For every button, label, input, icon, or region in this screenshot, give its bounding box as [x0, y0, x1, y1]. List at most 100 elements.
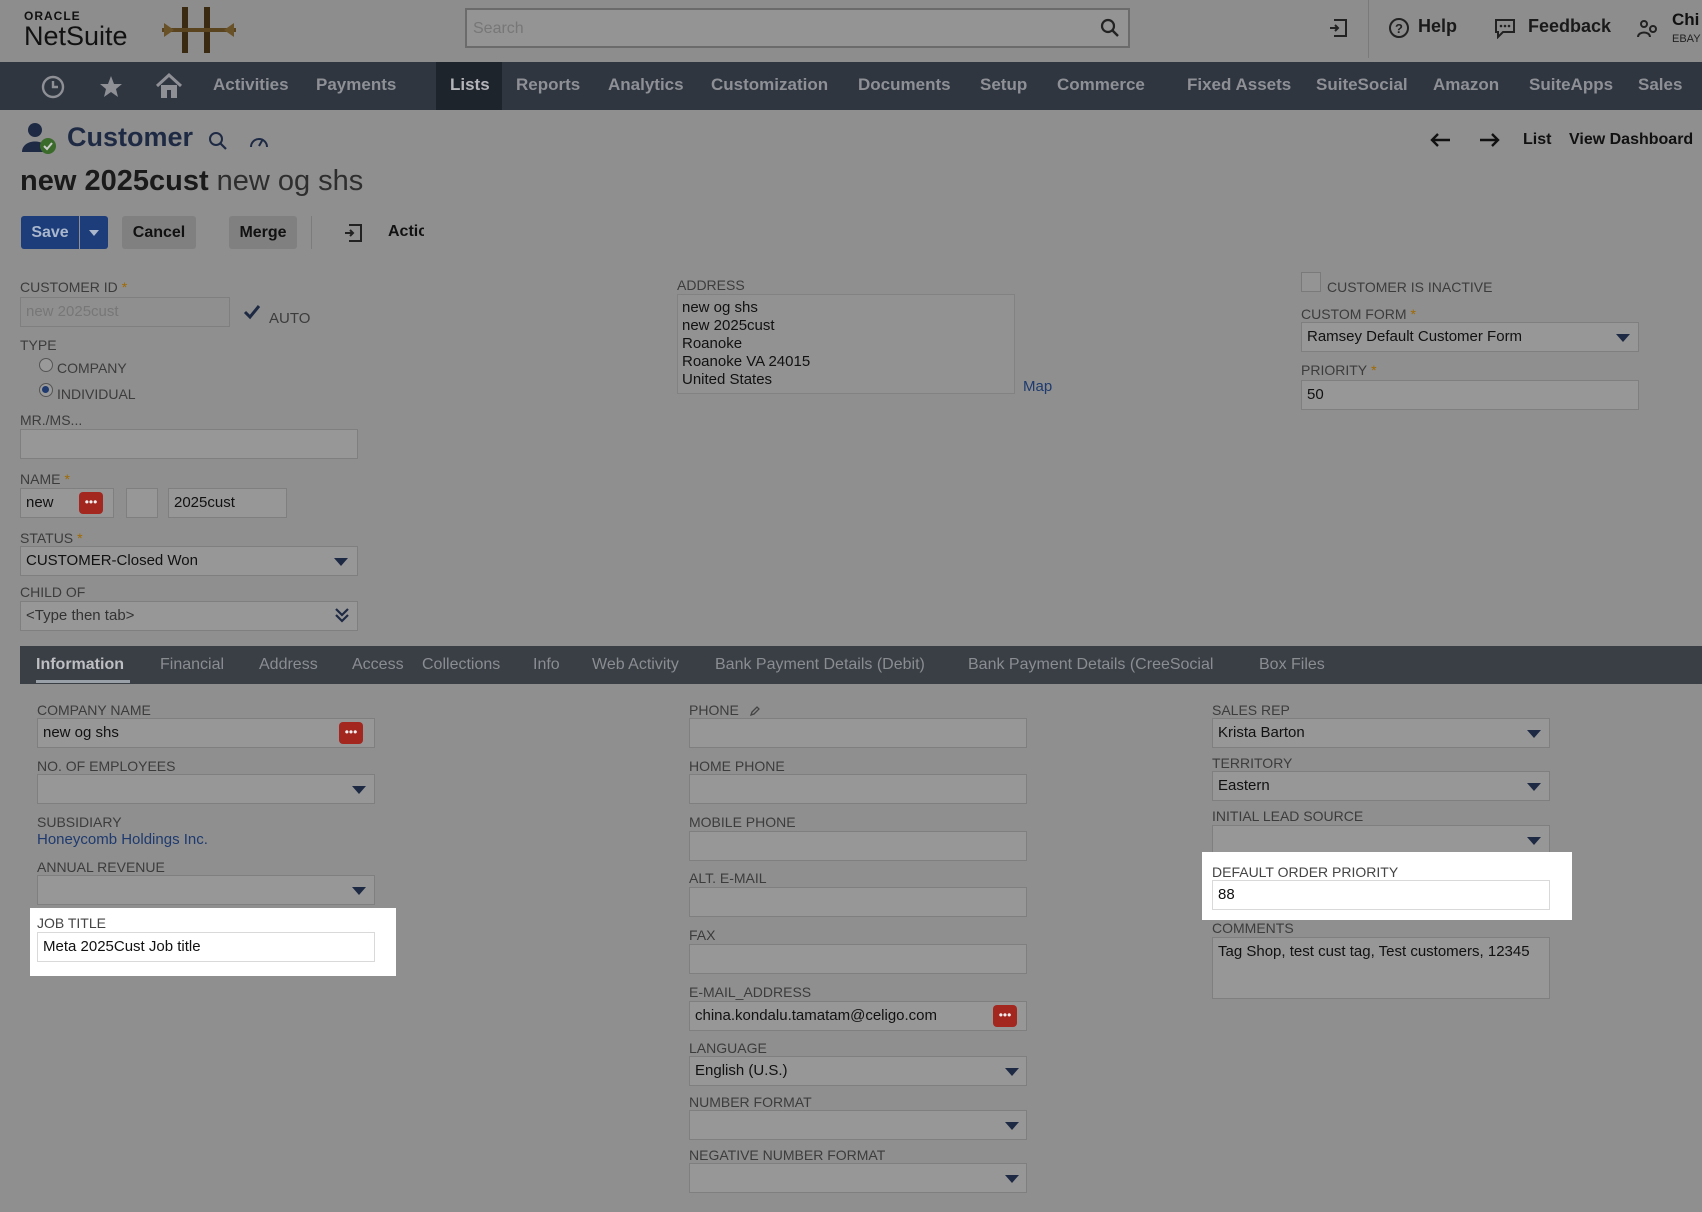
company-name-label: COMPANY NAME [37, 702, 151, 718]
list-link[interactable]: List [1523, 131, 1551, 149]
last-name-field[interactable]: 2025cust [168, 488, 287, 518]
view-dashboard-link[interactable]: View Dashboard [1569, 131, 1693, 149]
tab-collections[interactable]: Collections [422, 656, 500, 674]
company-name-field[interactable]: new og shs [37, 718, 375, 748]
search-icon[interactable] [1100, 18, 1120, 38]
type-company-radio[interactable] [39, 358, 53, 372]
chevron-down-icon[interactable] [1527, 837, 1541, 845]
help-link[interactable]: Help [1418, 16, 1457, 37]
save-button[interactable]: Save [21, 216, 79, 249]
number-format-select[interactable] [689, 1110, 1027, 1140]
child-of-field[interactable]: <Type then tab> [20, 601, 358, 631]
edit-pencil-icon[interactable] [749, 705, 761, 717]
back-arrow-icon[interactable] [1430, 132, 1452, 148]
recent-action-icon[interactable] [343, 222, 365, 244]
recent-records-icon[interactable] [1328, 17, 1350, 39]
chevron-down-icon[interactable] [1616, 334, 1630, 342]
nav-commerce[interactable]: Commerce [1057, 75, 1145, 95]
nav-suiteapps[interactable]: SuiteApps [1529, 75, 1613, 95]
more-options-icon[interactable]: ••• [993, 1005, 1017, 1027]
comments-textarea[interactable]: Tag Shop, test cust tag, Test customers,… [1212, 937, 1550, 999]
chevron-down-icon[interactable] [352, 887, 366, 895]
double-chevron-down-icon[interactable] [335, 607, 349, 623]
dashboard-gauge-icon[interactable] [248, 131, 270, 151]
subsidiary-link[interactable]: Honeycomb Holdings Inc. [37, 831, 208, 848]
merge-button[interactable]: Merge [229, 216, 297, 249]
tab-bank-payment-credit[interactable]: Bank Payment Details (CreeSocial [968, 656, 1213, 674]
feedback-link[interactable]: Feedback [1528, 16, 1611, 37]
chevron-down-icon[interactable] [1005, 1175, 1019, 1183]
forward-arrow-icon[interactable] [1478, 132, 1500, 148]
nav-payments[interactable]: Payments [316, 75, 396, 95]
priority-label: PRIORITY * [1301, 362, 1377, 378]
mobile-phone-field[interactable] [689, 831, 1027, 861]
more-options-icon[interactable]: ••• [339, 722, 363, 744]
nav-analytics[interactable]: Analytics [608, 75, 684, 95]
nav-amazon[interactable]: Amazon [1433, 75, 1499, 95]
tab-box-files[interactable]: Box Files [1259, 656, 1325, 674]
save-dropdown-button[interactable] [80, 216, 108, 249]
help-icon[interactable]: ? [1388, 17, 1410, 39]
lead-source-select[interactable] [1212, 825, 1550, 855]
chevron-down-icon[interactable] [352, 786, 366, 794]
chevron-down-icon[interactable] [1005, 1068, 1019, 1076]
alt-email-field[interactable] [689, 887, 1027, 917]
language-select[interactable]: English (U.S.) [689, 1056, 1027, 1086]
annual-revenue-select[interactable] [37, 875, 375, 905]
tab-address[interactable]: Address [259, 656, 318, 674]
chevron-down-icon[interactable] [334, 558, 348, 566]
job-title-field[interactable]: Meta 2025Cust Job title [37, 932, 375, 962]
default-order-priority-label: DEFAULT ORDER PRIORITY [1212, 864, 1399, 880]
tab-info[interactable]: Info [533, 656, 560, 674]
chevron-down-icon[interactable] [1527, 730, 1541, 738]
feedback-icon[interactable] [1493, 17, 1517, 39]
type-individual-radio[interactable] [39, 383, 53, 397]
tab-financial[interactable]: Financial [160, 656, 224, 674]
tab-access[interactable]: Access [352, 656, 404, 674]
tab-web-activity[interactable]: Web Activity [592, 656, 679, 674]
tab-bank-payment-debit[interactable]: Bank Payment Details (Debit) [715, 656, 925, 674]
custom-form-select[interactable]: Ramsey Default Customer Form [1301, 322, 1639, 352]
history-icon[interactable] [40, 74, 66, 100]
customer-id-field[interactable]: new 2025cust [20, 297, 230, 327]
role-switch-icon[interactable] [1636, 17, 1660, 41]
nav-activities[interactable]: Activities [213, 75, 289, 95]
territory-select[interactable]: Eastern [1212, 771, 1550, 801]
nav-customization[interactable]: Customization [711, 75, 828, 95]
auto-checkbox-check-icon[interactable] [243, 304, 261, 320]
chevron-down-icon[interactable] [1527, 783, 1541, 791]
cancel-button[interactable]: Cancel [122, 216, 196, 249]
sales-rep-select[interactable]: Krista Barton [1212, 718, 1550, 748]
email-field[interactable]: china.kondalu.tamatam@celigo.com [689, 1001, 1027, 1031]
negative-number-format-select[interactable] [689, 1163, 1027, 1193]
status-select[interactable]: CUSTOMER-Closed Won [20, 546, 358, 576]
map-link[interactable]: Map [1023, 378, 1052, 395]
nav-reports[interactable]: Reports [516, 75, 580, 95]
mr-ms-field[interactable] [20, 429, 358, 459]
user-name[interactable]: Chi [1672, 10, 1699, 30]
nav-setup[interactable]: Setup [980, 75, 1027, 95]
nav-suitesocial[interactable]: SuiteSocial [1316, 75, 1408, 95]
home-icon[interactable] [154, 72, 184, 100]
global-search-input[interactable]: Search [465, 8, 1130, 48]
phone-field[interactable] [689, 718, 1027, 748]
custom-form-label-text: CUSTOM FORM [1301, 306, 1407, 322]
nav-sales[interactable]: Sales [1638, 75, 1682, 95]
nav-fixed-assets[interactable]: Fixed Assets [1187, 75, 1291, 95]
nav-lists[interactable]: Lists [450, 75, 490, 95]
priority-field[interactable]: 50 [1301, 380, 1639, 410]
default-order-priority-field[interactable]: 88 [1212, 880, 1550, 910]
middle-name-field[interactable] [126, 488, 158, 518]
fax-field[interactable] [689, 944, 1027, 974]
nav-documents[interactable]: Documents [858, 75, 951, 95]
record-search-icon[interactable] [208, 131, 228, 151]
favorites-star-icon[interactable] [98, 74, 124, 100]
tab-information[interactable]: Information [36, 656, 124, 674]
employees-select[interactable] [37, 774, 375, 804]
netsuite-logo[interactable]: ORACLE NetSuite [24, 9, 128, 50]
inactive-checkbox[interactable] [1301, 272, 1321, 292]
actions-menu[interactable]: Actic [388, 223, 424, 241]
chevron-down-icon[interactable] [1005, 1122, 1019, 1130]
more-options-icon[interactable]: ••• [79, 492, 103, 514]
home-phone-field[interactable] [689, 774, 1027, 804]
